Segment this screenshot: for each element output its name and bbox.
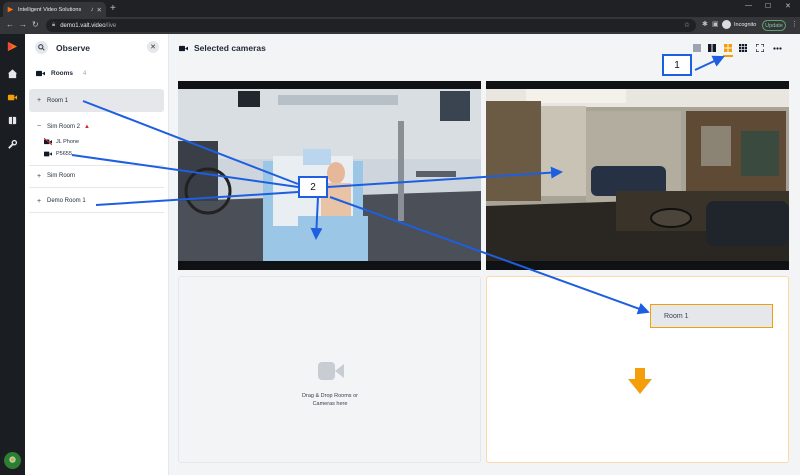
warning-icon: ▲ [84,123,90,130]
drop-arrow-icon [628,368,652,394]
room-name: Demo Room 1 [47,198,86,204]
quad-layout-icon[interactable] [723,43,733,57]
camera-icon [179,45,188,51]
camera-disabled-icon [44,138,52,145]
url-host: demo1.valt.video [60,22,106,29]
maximize-icon[interactable]: ☐ [765,2,771,10]
back-icon[interactable]: ← [6,20,14,30]
grid-9-layout-icon[interactable] [738,43,748,53]
new-tab-icon[interactable]: + [110,3,116,15]
browser-tab-bar: Intelligent Video Solutions ♪ ✕ + — ☐ ✕ [0,0,800,17]
minimize-icon[interactable]: — [745,2,752,9]
room-item-demo-room-1[interactable]: + Demo Room 1 [29,190,164,213]
add-camera-icon [318,362,344,380]
drop-hint: Drag & Drop Rooms or Cameras here [270,392,390,408]
page-title-label: Selected cameras [194,43,266,53]
avatar[interactable] [4,452,21,469]
callout-2: 2 [298,176,328,198]
update-button[interactable]: Update [762,20,786,31]
fullscreen-icon[interactable] [755,43,765,53]
camera-item-jl-phone[interactable]: JL Phone [44,138,79,145]
room-name: Room 1 [47,97,69,104]
video-icon[interactable] [6,91,19,104]
expand-icon[interactable]: + [37,173,47,180]
sidepanel-icon[interactable]: ▣ [712,20,719,30]
forward-icon[interactable]: → [19,20,27,30]
collapse-icon[interactable]: − [37,123,47,130]
callout-1: 1 [662,54,692,76]
rooms-count: 4 [83,70,87,77]
single-layout-icon[interactable] [692,43,702,53]
room-name: Sim Room 2 [47,123,81,130]
logo-icon[interactable] [6,40,19,53]
lock-icon[interactable]: 🔒︎ [52,22,55,29]
camera-name: P5655 [56,151,72,157]
browser-tab[interactable]: Intelligent Video Solutions ♪ ✕ [3,2,106,17]
drop-hint-line-1: Drag & Drop Rooms or [302,393,358,399]
camera-icon [36,70,45,77]
browser-toolbar: ← → ↻ 🔒︎ demo1.valt.video/live ☆ ✱ ▣ Inc… [0,17,800,34]
room-item-room-1[interactable]: + Room 1 [29,89,164,112]
page-title: Selected cameras [179,43,266,53]
wrench-icon[interactable] [6,138,19,151]
live-video-feed [178,81,481,270]
live-video-feed [486,81,789,270]
observe-panel: Observe ✕ Rooms 4 + Room 1 − Sim Room 2 … [25,34,169,475]
room-name: Sim Room [47,173,76,179]
rooms-label: Rooms [51,70,74,77]
address-bar[interactable]: 🔒︎ demo1.valt.video/live ☆ [46,19,696,32]
mute-icon[interactable]: ♪ [91,7,94,13]
search-icon[interactable] [35,41,48,54]
split-layout-icon[interactable] [707,43,717,53]
book-icon[interactable] [6,114,19,127]
camera-icon [44,151,52,157]
home-icon[interactable] [6,67,19,80]
close-window-icon[interactable]: ✕ [785,2,791,10]
camera-name: JL Phone [56,138,80,145]
incognito-icon [722,20,731,29]
reload-icon[interactable]: ↻ [32,20,39,30]
app-nav-rail [0,34,25,475]
close-tab-icon[interactable]: ✕ [97,6,102,14]
video-tile-p5655[interactable] [486,81,789,270]
rooms-header: Rooms 4 [36,70,86,77]
expand-icon[interactable]: + [37,97,47,104]
url-path: /live [105,22,117,29]
panel-title: Observe [56,42,91,53]
room-item-sim-room[interactable]: + Sim Room [29,165,164,188]
extensions-icon[interactable]: ✱ [702,20,708,30]
favicon-icon [7,6,14,13]
star-icon[interactable]: ☆ [684,21,690,29]
expand-icon[interactable]: + [37,198,47,205]
more-options-icon[interactable] [772,43,782,53]
tab-title: Intelligent Video Solutions [18,6,82,13]
room-item-sim-room-2[interactable]: − Sim Room 2 ▲ [29,115,164,138]
camera-item-p5655[interactable]: P5655 [44,151,72,157]
user-avatar-icon [9,456,16,463]
arrow-to-quad-layout [694,55,725,71]
drop-hint-line-2: Cameras here [312,401,348,407]
profile-label: Incognito [734,21,757,28]
close-panel-icon[interactable]: ✕ [147,41,159,53]
video-tile-room-1[interactable] [178,81,481,270]
profile-button[interactable]: Incognito [722,20,756,29]
menu-icon[interactable]: ⋮ [791,20,798,28]
dragged-room-chip[interactable]: Room 1 [650,304,773,328]
